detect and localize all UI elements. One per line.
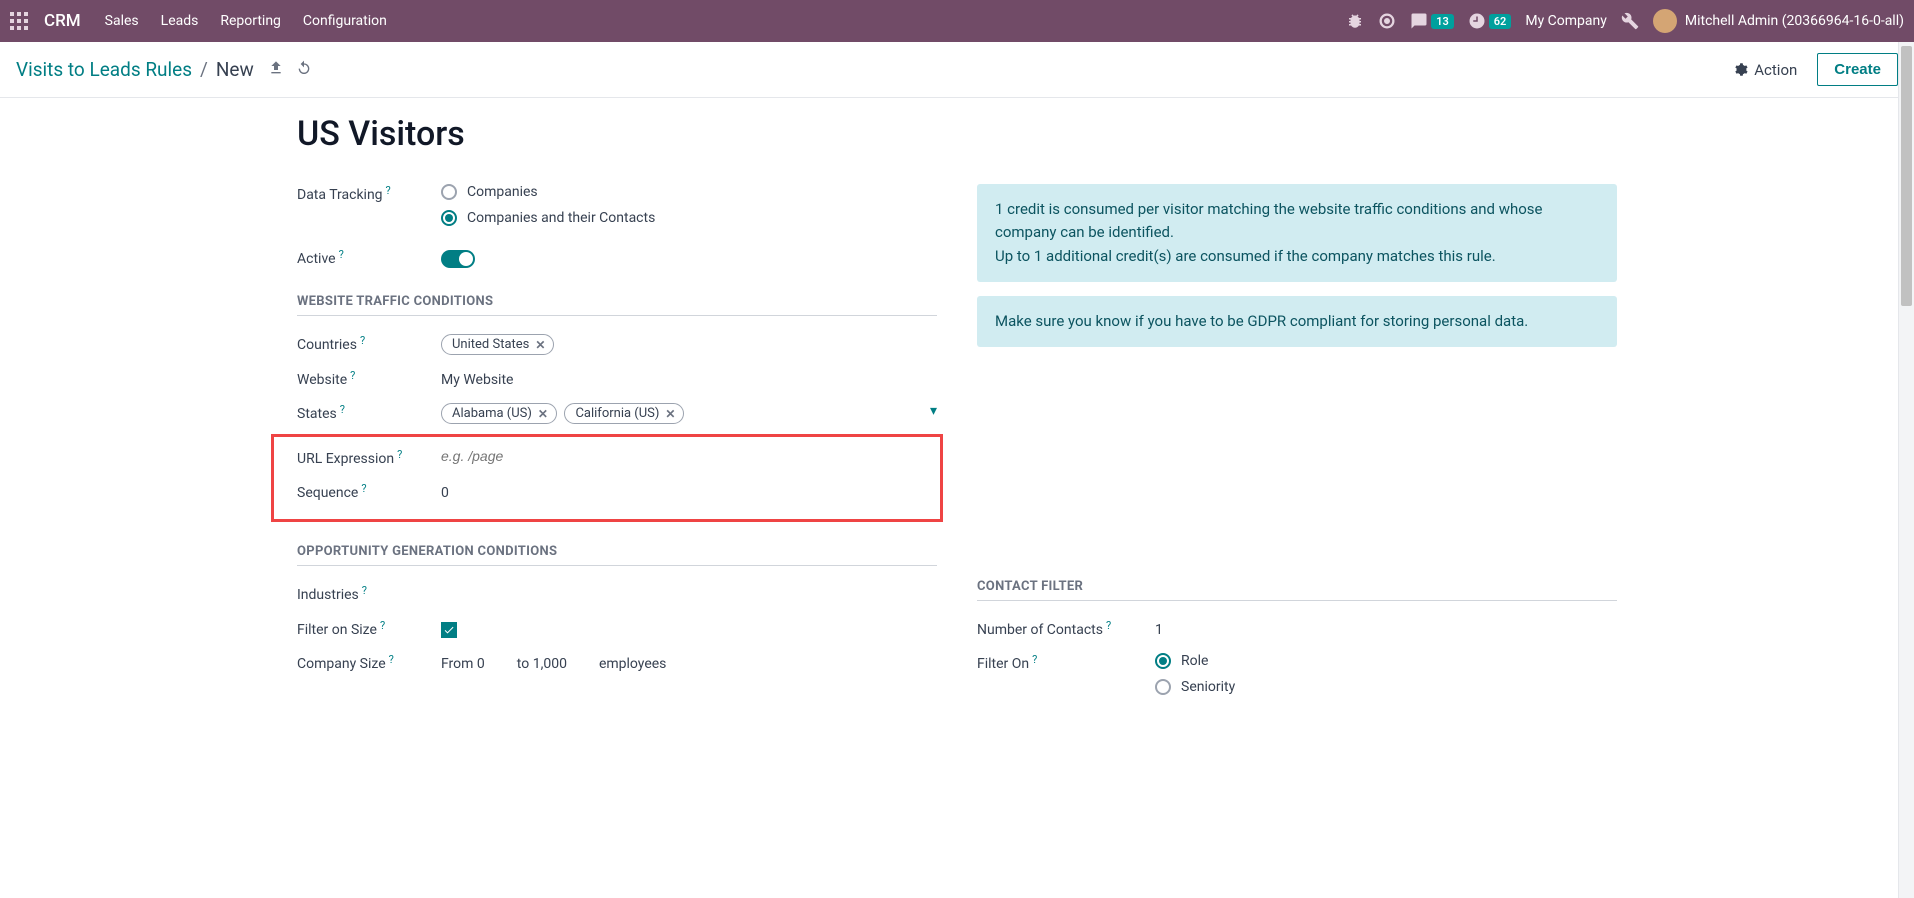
data-tracking-label: Data Tracking?: [297, 184, 441, 206]
filter-size-checkbox[interactable]: [441, 622, 457, 638]
remove-tag-icon[interactable]: ✕: [535, 338, 545, 352]
messages-badge: 13: [1431, 14, 1454, 29]
menu-configuration[interactable]: Configuration: [303, 13, 387, 29]
menu-leads[interactable]: Leads: [161, 13, 199, 29]
size-to-value[interactable]: 1,000: [533, 656, 567, 672]
help-icon[interactable]: ?: [339, 246, 344, 264]
action-button[interactable]: Action: [1733, 61, 1797, 79]
filter-on-label: Filter On?: [977, 653, 1155, 675]
breadcrumb: Visits to Leads Rules / New: [16, 58, 254, 81]
help-icon[interactable]: ?: [380, 617, 385, 635]
help-icon[interactable]: ?: [360, 332, 365, 350]
website-value[interactable]: My Website: [441, 369, 937, 391]
remove-tag-icon[interactable]: ✕: [665, 407, 675, 421]
radio-icon: [441, 210, 457, 226]
activities-icon[interactable]: 62: [1468, 12, 1512, 30]
discard-icon[interactable]: [296, 60, 312, 80]
breadcrumb-current: New: [216, 58, 254, 81]
dropdown-caret-icon[interactable]: ▾: [930, 403, 937, 419]
num-contacts-label: Number of Contacts?: [977, 619, 1155, 641]
size-from-value[interactable]: 0: [477, 656, 485, 672]
company-size-label: Company Size?: [297, 653, 441, 675]
sequence-label: Sequence?: [297, 482, 441, 504]
page-title: US Visitors: [297, 114, 1617, 154]
debug-icon[interactable]: [1346, 12, 1364, 30]
menu-sales[interactable]: Sales: [105, 13, 139, 29]
url-expression-input[interactable]: [441, 448, 937, 464]
activities-badge: 62: [1489, 14, 1512, 29]
avatar: [1653, 9, 1677, 33]
radio-icon: [1155, 653, 1171, 669]
breadcrumb-link[interactable]: Visits to Leads Rules: [16, 58, 192, 81]
create-button[interactable]: Create: [1817, 53, 1898, 86]
scrollbar-thumb[interactable]: [1901, 46, 1912, 306]
app-brand[interactable]: CRM: [44, 11, 81, 31]
country-tag[interactable]: United States ✕: [441, 334, 554, 355]
top-nav: CRM Sales Leads Reporting Configuration …: [0, 0, 1914, 42]
url-expression-label: URL Expression?: [297, 448, 441, 470]
scrollbar[interactable]: [1898, 42, 1914, 898]
user-name: Mitchell Admin (20366964-16-0-all): [1685, 13, 1904, 29]
active-toggle[interactable]: [441, 250, 475, 268]
user-menu[interactable]: Mitchell Admin (20366964-16-0-all): [1653, 9, 1904, 33]
help-icon[interactable]: ?: [389, 651, 394, 669]
section-traffic-header: WEBSITE TRAFFIC CONDITIONS: [297, 294, 937, 316]
help-icon[interactable]: ?: [362, 582, 367, 600]
credit-info-alert: 1 credit is consumed per visitor matchin…: [977, 184, 1617, 282]
section-opportunity-header: OPPORTUNITY GENERATION CONDITIONS: [297, 544, 937, 566]
breadcrumb-bar: Visits to Leads Rules / New Action Creat…: [0, 42, 1914, 98]
help-icon[interactable]: ?: [397, 446, 402, 464]
industries-label: Industries?: [297, 584, 441, 606]
state-tag[interactable]: Alabama (US) ✕: [441, 403, 557, 424]
active-label: Active?: [297, 248, 441, 270]
website-label: Website?: [297, 369, 441, 391]
remove-tag-icon[interactable]: ✕: [538, 407, 548, 421]
unsaved-icon[interactable]: [268, 60, 284, 80]
states-label: States?: [297, 403, 441, 425]
messages-icon[interactable]: 13: [1410, 12, 1454, 30]
help-icon[interactable]: ?: [361, 480, 366, 498]
radio-companies[interactable]: Companies: [441, 184, 937, 200]
section-contact-filter-header: CONTACT FILTER: [977, 579, 1617, 601]
sequence-value[interactable]: 0: [441, 482, 937, 504]
gdpr-info-alert: Make sure you know if you have to be GDP…: [977, 296, 1617, 347]
radio-icon: [1155, 679, 1171, 695]
help-icon[interactable]: ?: [340, 401, 345, 419]
tools-icon[interactable]: [1621, 12, 1639, 30]
help-icon[interactable]: ?: [1106, 617, 1111, 635]
radio-seniority[interactable]: Seniority: [1155, 679, 1617, 695]
menu-reporting[interactable]: Reporting: [220, 13, 281, 29]
radio-icon: [441, 184, 457, 200]
radio-companies-contacts[interactable]: Companies and their Contacts: [441, 210, 937, 226]
help-icon[interactable]: ?: [350, 367, 355, 385]
radio-role[interactable]: Role: [1155, 653, 1617, 669]
help-icon[interactable]: ?: [1032, 651, 1037, 669]
state-tag[interactable]: California (US) ✕: [564, 403, 684, 424]
support-icon[interactable]: [1378, 12, 1396, 30]
company-selector[interactable]: My Company: [1525, 13, 1607, 29]
help-icon[interactable]: ?: [386, 182, 391, 200]
apps-icon[interactable]: [10, 12, 28, 30]
num-contacts-value[interactable]: 1: [1155, 619, 1617, 641]
filter-size-label: Filter on Size?: [297, 619, 441, 641]
countries-label: Countries?: [297, 334, 441, 356]
